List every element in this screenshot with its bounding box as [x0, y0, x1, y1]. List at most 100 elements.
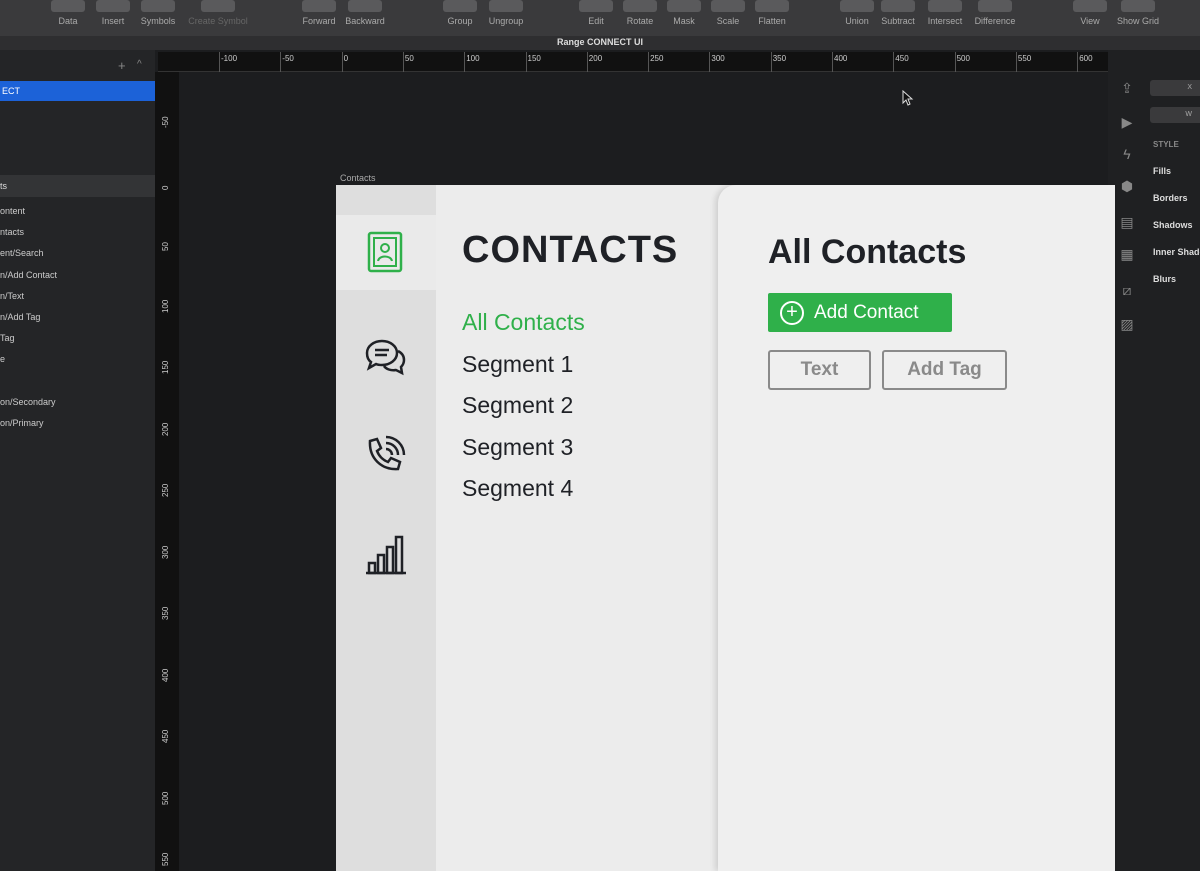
- ruler-label: 400: [834, 54, 848, 63]
- ruler-label: 150: [161, 360, 170, 374]
- nav-item-all-contacts[interactable]: All Contacts: [462, 309, 585, 336]
- resize-icon[interactable]: ⧄: [1118, 282, 1136, 300]
- layer-item[interactable]: on/Primary: [0, 418, 44, 428]
- ruler-tick: [954, 52, 956, 72]
- ruler-label: 0: [161, 185, 170, 190]
- inner-shadows-section[interactable]: Inner Shadows: [1153, 247, 1200, 257]
- text-button[interactable]: Text: [768, 350, 871, 390]
- add-tag-button[interactable]: Add Tag: [882, 350, 1007, 390]
- x-field[interactable]: X: [1150, 80, 1200, 96]
- ruler-label: 200: [161, 422, 170, 436]
- layer-item[interactable]: ontent: [0, 206, 25, 216]
- ruler-label: 400: [161, 668, 170, 682]
- toolbar-icon: [201, 0, 235, 12]
- toolbar-icon: [141, 0, 175, 12]
- contacts-book-icon[interactable]: [362, 229, 408, 275]
- layer-item[interactable]: on/Secondary: [0, 397, 56, 407]
- add-contact-button[interactable]: + Add Contact: [768, 293, 952, 332]
- toolbar-icon: [1073, 0, 1107, 12]
- ruler-label: 350: [161, 606, 170, 620]
- fills-section[interactable]: Fills: [1153, 166, 1171, 176]
- ruler-tick: [709, 52, 711, 72]
- nav-item-segment-1[interactable]: Segment 1: [462, 351, 573, 378]
- ruler-tick: [832, 52, 833, 72]
- toolbar-icon: [489, 0, 523, 12]
- toolbar-icon: [881, 0, 915, 12]
- play-icon[interactable]: ▶: [1118, 114, 1136, 132]
- image-add-icon[interactable]: ▨: [1118, 316, 1136, 334]
- w-field[interactable]: W: [1150, 107, 1200, 123]
- ruler-label: 450: [161, 729, 170, 743]
- ruler-tick: [1015, 52, 1017, 72]
- toolbar-button-ungroup[interactable]: Ungroup: [476, 0, 536, 26]
- toolbar-icon: [755, 0, 789, 12]
- blurs-section[interactable]: Blurs: [1153, 274, 1176, 284]
- ruler-label: 100: [161, 299, 170, 313]
- layer-group-contacts[interactable]: ts: [0, 175, 155, 197]
- ruler-tick: [280, 52, 282, 72]
- export-icon[interactable]: ⇪: [1118, 80, 1136, 98]
- layer-item[interactable]: n/Text: [0, 291, 24, 301]
- ruler-tick: [464, 52, 466, 72]
- grid-icon[interactable]: ▦: [1118, 246, 1136, 264]
- artboard-label[interactable]: Contacts: [340, 173, 376, 183]
- toolbar-icon: [302, 0, 336, 12]
- phone-call-icon[interactable]: [362, 433, 408, 479]
- nav-title: CONTACTS: [462, 229, 679, 271]
- ruler-tick: [402, 52, 404, 72]
- ruler-label: 100: [466, 54, 480, 63]
- toolbar-label: Ungroup: [488, 16, 524, 26]
- chat-bubbles-icon[interactable]: [362, 335, 408, 381]
- ruler-label: -50: [282, 54, 294, 63]
- ruler-label: 500: [161, 791, 170, 805]
- mouse-cursor-icon: [902, 90, 914, 106]
- layer-item[interactable]: n/Add Contact: [0, 270, 57, 280]
- lightning-icon[interactable]: ϟ: [1118, 146, 1136, 164]
- layer-item[interactable]: e: [0, 354, 5, 364]
- page-item-selected[interactable]: ECT: [0, 81, 155, 101]
- ruler-tick: [525, 52, 527, 72]
- contacts-nav-panel: CONTACTS All Contacts Segment 1 Segment 2 S…: [436, 185, 726, 871]
- ruler-label: -50: [161, 116, 170, 128]
- ruler-label: 50: [161, 242, 170, 251]
- ruler-tick: [893, 52, 895, 72]
- layer-item[interactable]: n/Add Tag: [0, 312, 40, 322]
- ruler-label: -100: [221, 54, 238, 63]
- layout-icon[interactable]: ▤: [1118, 214, 1136, 232]
- bar-chart-icon[interactable]: [362, 531, 408, 577]
- ruler-label: 150: [527, 54, 541, 63]
- document-title: Range CONNECT UI: [0, 36, 1200, 50]
- ruler-label: 300: [711, 54, 725, 63]
- ruler-label: 450: [895, 54, 909, 63]
- ruler-tick: [586, 52, 588, 72]
- borders-section[interactable]: Borders: [1153, 193, 1188, 203]
- toolbar-button-symbols[interactable]: Symbols: [128, 0, 188, 26]
- toolbar: Data Insert Symbols Create Symbol Forward Bac…: [0, 0, 1200, 36]
- toolbar-icon: [711, 0, 745, 12]
- nav-item-segment-4[interactable]: Segment 4: [462, 475, 573, 502]
- layer-item[interactable]: Tag: [0, 333, 15, 343]
- shadows-section[interactable]: Shadows: [1153, 220, 1193, 230]
- toolbar-icon: [348, 0, 382, 12]
- toolbar-button-show-grid[interactable]: Show Grid: [1108, 0, 1168, 26]
- all-contacts-panel: All Contacts + Add Contact Text Add Tag: [718, 185, 1115, 871]
- artboard-contacts: CONTACTS All Contacts Segment 1 Segment 2 S…: [336, 185, 1115, 871]
- nav-item-segment-3[interactable]: Segment 3: [462, 434, 573, 461]
- page-title: All Contacts: [768, 233, 967, 271]
- toolbar-button-backward[interactable]: Backward: [335, 0, 395, 26]
- vertical-ruler: -50 0 50 100 150 200 250 300 350 400 450 500 550: [155, 72, 179, 871]
- ruler-tick: [648, 52, 650, 72]
- toolbar-icon: [96, 0, 130, 12]
- hexagon-icon[interactable]: ⬢: [1118, 178, 1136, 196]
- toolbar-button-create-symbol[interactable]: Create Symbol: [188, 0, 248, 26]
- nav-item-segment-2[interactable]: Segment 2: [462, 392, 573, 419]
- ruler-label: 500: [956, 54, 970, 63]
- layer-item[interactable]: ent/Search: [0, 248, 44, 258]
- ruler-label: 600: [1079, 54, 1093, 63]
- toolbar-button-difference[interactable]: Difference: [965, 0, 1025, 26]
- inspector-panel: ⇪ ▶ ϟ ⬢ ▤ ▦ ⧄ ▨ X W STYLE Fills Borders …: [1108, 50, 1200, 871]
- layer-item[interactable]: ntacts: [0, 227, 24, 237]
- add-page-icon[interactable]: +: [118, 58, 126, 73]
- toolbar-button-flatten[interactable]: Flatten: [742, 0, 802, 26]
- collapse-icon[interactable]: ^: [137, 59, 142, 70]
